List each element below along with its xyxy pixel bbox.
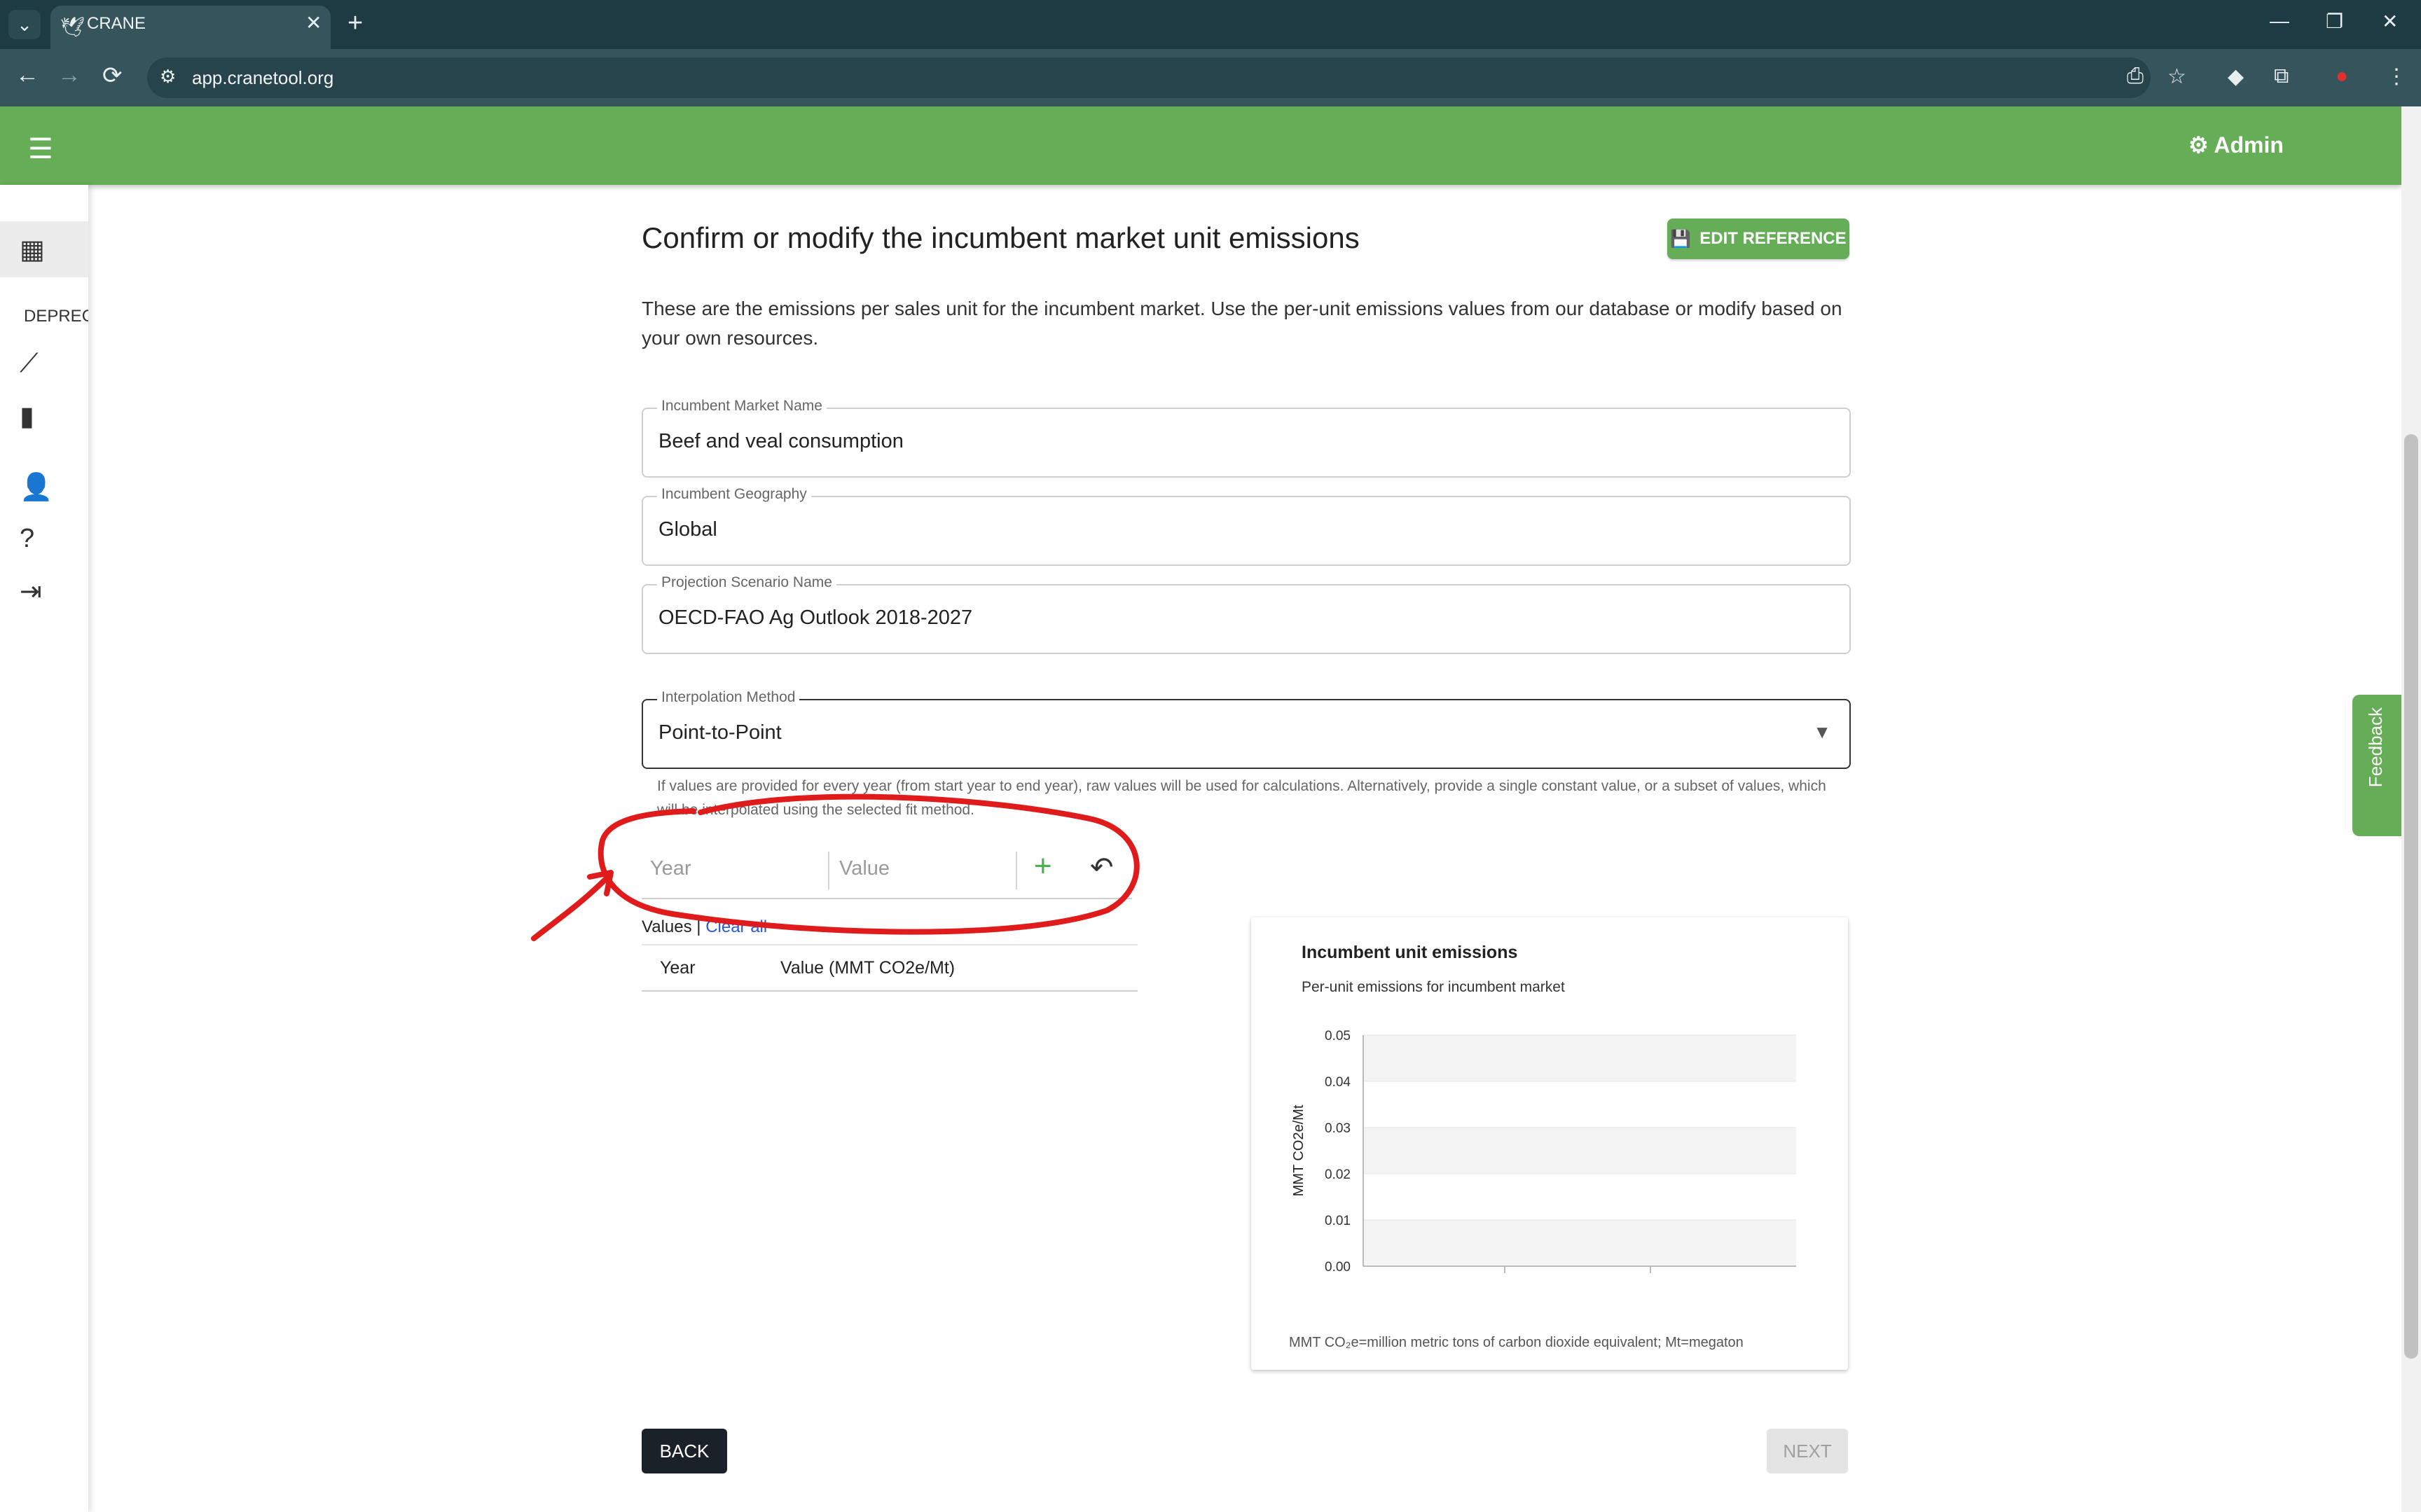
- clear-all-link[interactable]: Clear all: [705, 917, 767, 936]
- install-app-icon[interactable]: ⎙: [2127, 64, 2144, 88]
- divider: [1016, 852, 1017, 889]
- annotation-arrow-head: [587, 870, 614, 896]
- close-window-icon[interactable]: ✕: [2382, 10, 2398, 33]
- field-label: Incumbent Market Name: [657, 398, 827, 415]
- y-tick-label: 0.02: [1325, 1167, 1351, 1182]
- y-tick-label: 0.05: [1325, 1029, 1351, 1043]
- chart-band: [1363, 1128, 1796, 1174]
- forward-arrow-icon[interactable]: →: [57, 62, 81, 89]
- admin-label: Admin: [2214, 132, 2284, 158]
- field-value: Global: [658, 518, 717, 541]
- projection-scenario-field[interactable]: Projection Scenario Name OECD-FAO Ag Out…: [642, 574, 1851, 654]
- browser-tab-bar: [0, 0, 2421, 49]
- tab-search-button[interactable]: ⌄: [8, 10, 41, 39]
- tab-close-icon[interactable]: ✕: [305, 11, 322, 34]
- person-icon[interactable]: 👤: [20, 472, 53, 503]
- field-label: Incumbent Geography: [657, 486, 811, 503]
- field-value: Point-to-Point: [658, 721, 782, 744]
- helper-text: If values are provided for every year (f…: [657, 778, 1826, 818]
- annotation-arrow-shaft: [531, 873, 612, 941]
- bar-chart-icon[interactable]: ▮: [20, 401, 34, 432]
- column-header-value: Value (MMT CO2e/Mt): [780, 958, 956, 978]
- y-tick-label: 0.04: [1325, 1075, 1351, 1090]
- interpolation-method-select[interactable]: Interpolation Method Point-to-Point ▼: [642, 689, 1851, 769]
- chart-footnote: MMT CO₂e=million metric tons of carbon d…: [1289, 1335, 1744, 1350]
- new-tab-icon[interactable]: +: [347, 8, 363, 39]
- profile-avatar-icon[interactable]: ●: [2336, 64, 2348, 88]
- puzzle-extensions-icon[interactable]: ⧉: [2274, 64, 2289, 88]
- caret-down-icon: ▼: [1813, 721, 1831, 742]
- undo-icon[interactable]: ↶: [1090, 852, 1114, 884]
- chart-band: [1363, 1220, 1796, 1266]
- intro-text: These are the emissions per sales unit f…: [642, 298, 1842, 349]
- sidebar: [0, 185, 88, 1512]
- help-icon[interactable]: ?: [20, 524, 34, 554]
- bookmark-star-icon[interactable]: ☆: [2167, 64, 2186, 89]
- site-info-icon[interactable]: ⚙: [160, 66, 176, 88]
- back-arrow-icon[interactable]: ←: [15, 62, 39, 89]
- edit-reference-button[interactable]: 💾 EDIT REFERENCE: [1667, 219, 1849, 259]
- divider: [828, 852, 829, 889]
- chart-subtitle: Per-unit emissions for incumbent market: [1302, 979, 1565, 995]
- column-header-year: Year: [660, 958, 696, 978]
- field-value: Beef and veal consumption: [658, 430, 904, 452]
- next-button[interactable]: NEXT: [1767, 1429, 1848, 1473]
- emissions-chart: 0.05 0.04 0.03 0.02 0.01 0.00 MMT CO2e/Mt: [1291, 1029, 1796, 1275]
- values-table-header: Year Value (MMT CO2e/Mt): [642, 944, 1138, 992]
- logout-icon[interactable]: ⇥: [20, 576, 42, 607]
- values-header: Values | Clear all: [642, 917, 767, 937]
- add-icon[interactable]: +: [1034, 849, 1052, 884]
- menu-icon[interactable]: ☰: [28, 133, 53, 165]
- values-separator: |: [691, 917, 706, 936]
- tab-title: CRANE: [87, 14, 146, 33]
- extension-icon[interactable]: ◆: [2228, 64, 2244, 89]
- incumbent-market-name-field[interactable]: Incumbent Market Name Beef and veal cons…: [642, 398, 1851, 478]
- back-button[interactable]: BACK: [642, 1429, 727, 1473]
- reload-icon[interactable]: ⟳: [102, 62, 123, 90]
- admin-button[interactable]: ⚙ Admin: [2188, 132, 2284, 158]
- page-title: Confirm or modify the incumbent market u…: [642, 221, 1360, 254]
- feedback-label: Feedback: [2365, 707, 2386, 788]
- minimize-icon[interactable]: —: [2270, 10, 2289, 32]
- table-icon: ▦: [20, 235, 45, 265]
- browser-menu-icon[interactable]: ⋮: [2386, 64, 2407, 89]
- save-icon: 💾: [1670, 229, 1692, 249]
- admin-settings-icon: ⚙: [2188, 132, 2209, 158]
- field-value: OECD-FAO Ag Outlook 2018-2027: [658, 606, 973, 629]
- url-text: app.cranetool.org: [192, 67, 334, 88]
- trend-line-icon[interactable]: ⟋: [20, 349, 39, 379]
- scrollbar-thumb[interactable]: [2404, 434, 2418, 1359]
- year-input[interactable]: Year: [650, 857, 691, 880]
- y-axis-label: MMT CO2e/Mt: [1291, 1104, 1306, 1196]
- incumbent-geography-field[interactable]: Incumbent Geography Global: [642, 486, 1851, 566]
- crane-favicon-icon: 🕊: [60, 16, 85, 38]
- value-entry-row: Year Value + ↶: [642, 843, 1132, 899]
- y-tick-label: 0.03: [1325, 1121, 1351, 1136]
- chart-band: [1363, 1035, 1796, 1081]
- field-label: Projection Scenario Name: [657, 574, 836, 591]
- address-bar[interactable]: [147, 57, 2151, 98]
- sidebar-deprecated-label: DEPRECATED: [24, 307, 88, 326]
- field-label: Interpolation Method: [657, 689, 800, 706]
- values-label: Values: [642, 917, 692, 936]
- y-tick-label: 0.01: [1325, 1214, 1351, 1228]
- chart-title: Incumbent unit emissions: [1302, 943, 1518, 962]
- edit-reference-label: EDIT REFERENCE: [1699, 229, 1847, 248]
- restore-icon[interactable]: ❐: [2326, 10, 2343, 33]
- value-input[interactable]: Value: [839, 857, 890, 880]
- app-header: [0, 106, 2401, 185]
- y-tick-label: 0.00: [1325, 1260, 1351, 1275]
